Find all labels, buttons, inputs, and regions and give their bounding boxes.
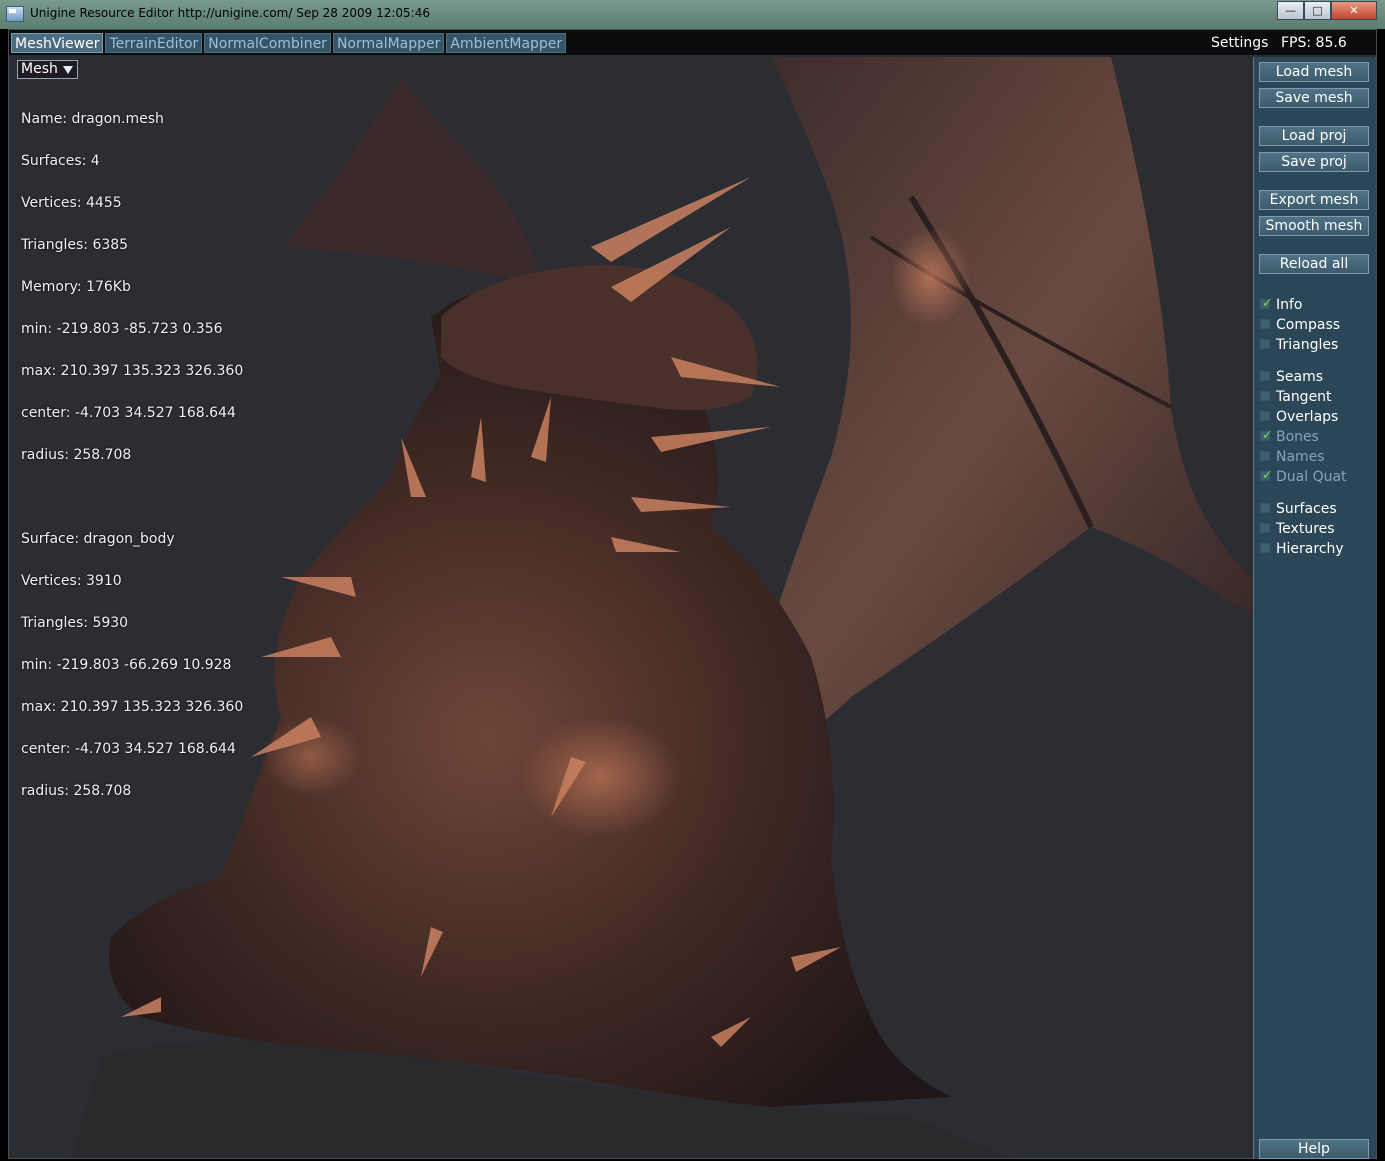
checkbox-label: Triangles: [1276, 337, 1339, 353]
checkbox-box[interactable]: [1260, 503, 1270, 513]
save-proj-button[interactable]: Save proj: [1259, 152, 1369, 172]
checkmark-icon: ✓: [1262, 468, 1273, 483]
checkbox-label: Hierarchy: [1276, 541, 1344, 557]
dual-quat-checkbox[interactable]: ✓ Dual Quat: [1260, 468, 1347, 486]
info-line: center: -4.703 34.527 168.644: [21, 741, 236, 757]
checkbox-box[interactable]: [1260, 543, 1270, 553]
checkbox-box[interactable]: [1260, 411, 1270, 421]
info-line: max: 210.397 135.323 326.360: [21, 363, 244, 379]
checkbox-label: Bones: [1276, 429, 1319, 445]
info-line: min: -219.803 -66.269 10.928: [21, 657, 232, 673]
checkbox-label: Info: [1276, 297, 1303, 313]
window-titlebar[interactable]: Unigine Resource Editor http://unigine.c…: [0, 0, 1385, 29]
minimize-button[interactable]: —: [1277, 1, 1304, 20]
checkbox-label: Textures: [1276, 521, 1335, 537]
info-line: Triangles: 6385: [21, 237, 129, 253]
info-checkbox[interactable]: ✓ Info: [1260, 296, 1303, 314]
mesh-info-text: Name: dragon.mesh Surfaces: 4 Vertices: …: [21, 84, 243, 826]
mesh-viewport[interactable]: Mesh Name: dragon.mesh Surfaces: 4 Verti…: [11, 57, 1251, 1158]
info-line: max: 210.397 135.323 326.360: [21, 699, 244, 715]
checkmark-icon: ✓: [1262, 428, 1273, 443]
checkbox-box[interactable]: [1260, 391, 1270, 401]
info-line: Vertices: 4455: [21, 195, 122, 211]
checkbox-box[interactable]: ✓: [1260, 428, 1273, 443]
tab-bar: MeshViewer TerrainEditor NormalCombiner …: [9, 30, 1376, 55]
fps-readout: FPS: 85.6: [1281, 35, 1347, 51]
export-mesh-button[interactable]: Export mesh: [1259, 190, 1369, 210]
info-line: Memory: 176Kb: [21, 279, 131, 295]
surfaces-checkbox[interactable]: Surfaces: [1260, 500, 1337, 518]
checkbox-box[interactable]: [1260, 451, 1270, 461]
textures-checkbox[interactable]: Textures: [1260, 520, 1335, 538]
info-line: [21, 490, 243, 504]
chevron-down-icon: [63, 66, 73, 74]
info-line: Surfaces: 4: [21, 153, 100, 169]
checkbox-box[interactable]: [1260, 371, 1270, 381]
bones-checkbox[interactable]: ✓ Bones: [1260, 428, 1319, 446]
hierarchy-checkbox[interactable]: Hierarchy: [1260, 540, 1344, 558]
save-mesh-button[interactable]: Save mesh: [1259, 88, 1369, 108]
app-frame: MeshViewer TerrainEditor NormalCombiner …: [8, 29, 1377, 1159]
checkbox-box[interactable]: [1260, 523, 1270, 533]
settings-button[interactable]: Settings: [1211, 33, 1268, 53]
tab-meshviewer[interactable]: MeshViewer: [11, 33, 104, 53]
right-wing-shape: [731, 57, 1251, 757]
checkbox-box[interactable]: [1260, 339, 1270, 349]
close-button[interactable]: ✕: [1331, 1, 1377, 20]
help-button[interactable]: Help: [1259, 1139, 1369, 1159]
overlaps-checkbox[interactable]: Overlaps: [1260, 408, 1338, 426]
checkbox-label: Names: [1276, 449, 1325, 465]
info-line: center: -4.703 34.527 168.644: [21, 405, 236, 421]
tab-terraineditor[interactable]: TerrainEditor: [105, 33, 203, 53]
checkbox-label: Seams: [1276, 369, 1324, 385]
tab-normalmapper[interactable]: NormalMapper: [332, 33, 445, 53]
checkbox-box[interactable]: ✓: [1260, 296, 1273, 311]
window-title: Unigine Resource Editor http://unigine.c…: [30, 6, 430, 20]
maximize-button[interactable]: □: [1304, 1, 1331, 20]
control-panel: Load mesh Save mesh Load proj Save proj …: [1253, 57, 1376, 1159]
checkmark-icon: ✓: [1262, 296, 1273, 311]
left-wing-shape: [281, 77, 541, 287]
checkbox-label: Overlaps: [1276, 409, 1339, 425]
checkbox-box[interactable]: [1260, 319, 1270, 329]
tangent-checkbox[interactable]: Tangent: [1260, 388, 1332, 406]
app-icon: [6, 6, 24, 22]
triangles-checkbox[interactable]: Triangles: [1260, 336, 1338, 354]
info-line: Surface: dragon_body: [21, 531, 175, 547]
tab-ambientmapper[interactable]: AmbientMapper: [446, 33, 567, 53]
info-line: min: -219.803 -85.723 0.356: [21, 321, 223, 337]
info-line: Vertices: 3910: [21, 573, 122, 589]
window-controls: — □ ✕: [1277, 1, 1377, 20]
smooth-mesh-button[interactable]: Smooth mesh: [1259, 216, 1369, 236]
tabs: MeshViewer TerrainEditor NormalCombiner …: [11, 33, 568, 53]
checkbox-box[interactable]: ✓: [1260, 468, 1273, 483]
compass-checkbox[interactable]: Compass: [1260, 316, 1340, 334]
info-line: radius: 258.708: [21, 783, 132, 799]
names-checkbox[interactable]: Names: [1260, 448, 1325, 466]
info-line: radius: 258.708: [21, 447, 132, 463]
checkbox-label: Compass: [1276, 317, 1341, 333]
reload-all-button[interactable]: Reload all: [1259, 254, 1369, 274]
checkbox-label: Surfaces: [1276, 501, 1337, 517]
mesh-mode-value: Mesh: [21, 61, 58, 77]
load-proj-button[interactable]: Load proj: [1259, 126, 1369, 146]
checkbox-label: Dual Quat: [1276, 469, 1347, 485]
tab-normalcombiner[interactable]: NormalCombiner: [204, 33, 331, 53]
info-line: Triangles: 5930: [21, 615, 129, 631]
checkbox-label: Tangent: [1276, 389, 1332, 405]
mesh-mode-select[interactable]: Mesh: [17, 60, 78, 79]
info-line: Name: dragon.mesh: [21, 111, 164, 127]
seams-checkbox[interactable]: Seams: [1260, 368, 1323, 386]
load-mesh-button[interactable]: Load mesh: [1259, 62, 1369, 82]
